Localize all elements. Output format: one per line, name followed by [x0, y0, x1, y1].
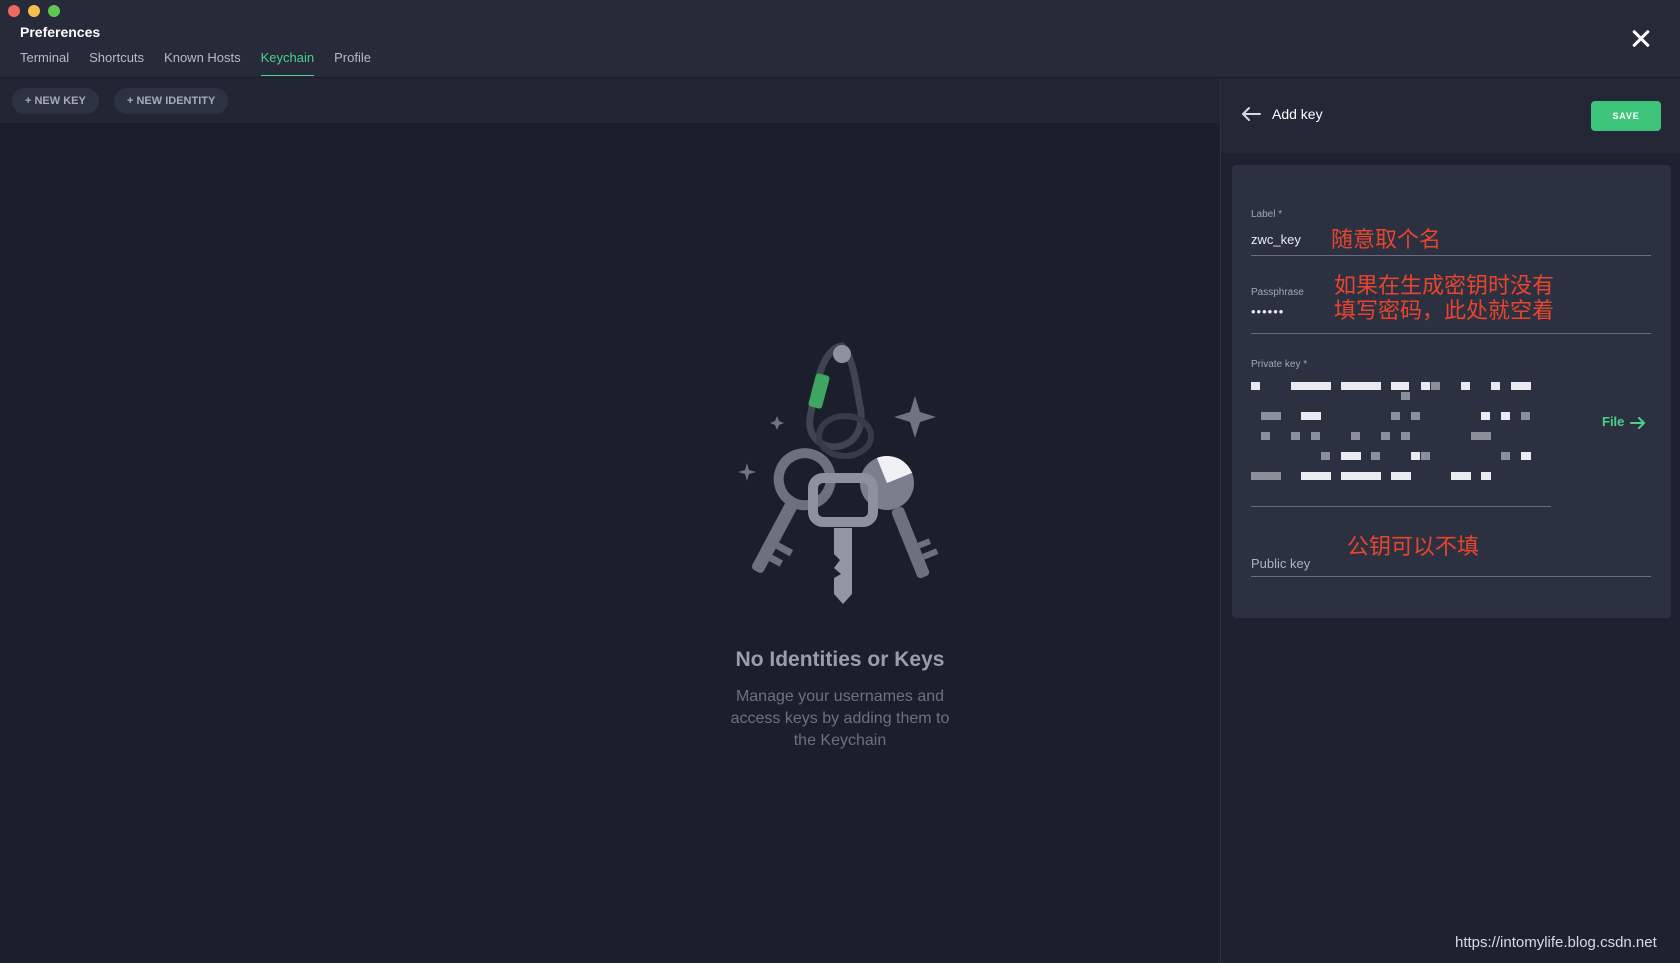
panel-header: Add key SAVE — [1221, 78, 1680, 153]
keychain-toolbar: + NEW KEY + NEW IDENTITY — [0, 78, 1220, 123]
passphrase-field[interactable]: •••••• — [1251, 304, 1284, 319]
label-annotation: 随意取个名 — [1331, 228, 1442, 253]
public-key-field-underline — [1251, 576, 1651, 577]
panel-title: Add key — [1272, 106, 1323, 122]
new-identity-button[interactable]: + NEW IDENTITY — [114, 88, 229, 114]
private-key-field[interactable] — [1251, 378, 1551, 488]
empty-state-description: Manage your usernames and access keys by… — [730, 688, 950, 749]
watermark: https://intomylife.blog.csdn.net — [1455, 934, 1657, 951]
empty-state: No Identities or Keys Manage your userna… — [640, 328, 1040, 752]
file-import-link[interactable]: File — [1602, 414, 1646, 429]
tab-keychain[interactable]: Keychain — [260, 50, 315, 76]
add-key-panel: Add key SAVE Label * zwc_key 随意取个名 Passp… — [1220, 78, 1680, 963]
close-icon[interactable] — [1626, 24, 1656, 54]
window-close-button[interactable] — [8, 5, 20, 17]
label-field-underline — [1251, 255, 1651, 256]
title-bar: Preferences Terminal Shortcuts Known Hos… — [0, 0, 1680, 78]
tab-known-hosts[interactable]: Known Hosts — [164, 50, 241, 76]
label-field[interactable]: zwc_key — [1251, 232, 1301, 247]
window-zoom-button[interactable] — [48, 5, 60, 17]
tab-shortcuts[interactable]: Shortcuts — [89, 50, 144, 76]
back-arrow-icon[interactable] — [1241, 106, 1261, 122]
label-field-label: Label * — [1251, 209, 1283, 220]
save-button[interactable]: SAVE — [1591, 101, 1661, 131]
window-minimize-button[interactable] — [28, 5, 40, 17]
keychain-pane: + NEW KEY + NEW IDENTITY No Identities o… — [0, 78, 1220, 963]
empty-state-title: No Identities or Keys — [735, 648, 945, 671]
public-key-annotation: 公钥可以不填 — [1347, 535, 1480, 560]
tab-terminal[interactable]: Terminal — [20, 50, 69, 76]
passphrase-field-underline — [1251, 333, 1651, 334]
tab-profile[interactable]: Profile — [334, 50, 371, 76]
file-link-label: File — [1602, 414, 1625, 429]
keys-illustration-icon — [738, 342, 939, 604]
preferences-tabs: Terminal Shortcuts Known Hosts Keychain … — [20, 50, 371, 76]
window-title: Preferences — [20, 24, 101, 40]
public-key-field[interactable]: Public key — [1251, 556, 1310, 571]
passphrase-field-label: Passphrase — [1251, 287, 1304, 298]
passphrase-annotation-line2: 填写密码，此处就空着 — [1334, 299, 1555, 324]
private-key-field-label: Private key * — [1251, 359, 1308, 370]
new-key-button[interactable]: + NEW KEY — [12, 88, 99, 114]
key-form: Label * zwc_key 随意取个名 Passphrase •••••• … — [1232, 165, 1671, 618]
passphrase-annotation-line1: 如果在生成密钥时没有 — [1334, 274, 1555, 299]
arrow-right-icon — [1630, 416, 1646, 429]
private-key-field-underline — [1251, 506, 1551, 507]
